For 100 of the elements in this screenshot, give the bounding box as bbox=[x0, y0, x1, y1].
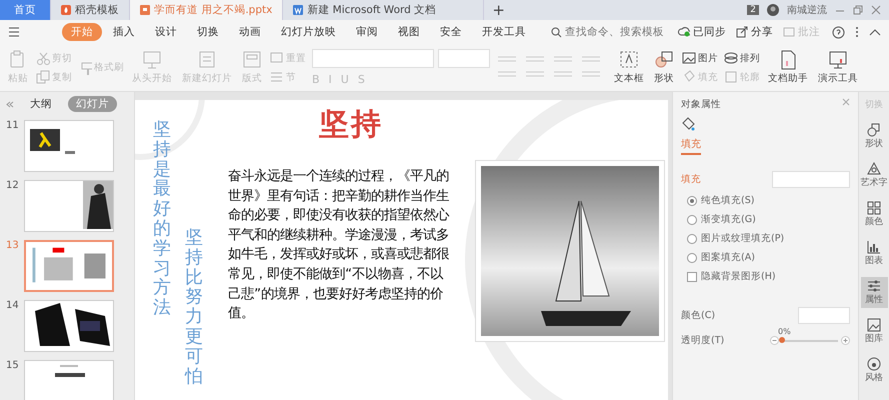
more-icon[interactable] bbox=[855, 26, 859, 38]
font-size-field[interactable] bbox=[438, 49, 490, 68]
vertical-heading: 坚持比努力更可怕 bbox=[185, 228, 203, 386]
option-label: 渐变填充(G) bbox=[701, 213, 756, 226]
monitor-icon bbox=[828, 50, 848, 70]
document-tab[interactable]: 首页 bbox=[0, 0, 51, 20]
minus-icon[interactable] bbox=[770, 336, 779, 345]
bucket-icon bbox=[682, 70, 696, 84]
picture-icon bbox=[682, 51, 696, 65]
ribbon-tab[interactable]: 设计 bbox=[146, 23, 186, 41]
ribbon-tab[interactable]: 幻灯片放映 bbox=[272, 23, 345, 41]
plus-icon[interactable] bbox=[841, 336, 850, 345]
toolbar-button[interactable]: 图片 bbox=[682, 51, 718, 65]
panel-title[interactable]: 对象属性 bbox=[681, 98, 721, 111]
word-icon bbox=[293, 5, 304, 15]
sidebar-button[interactable]: 艺术字 bbox=[860, 160, 888, 191]
slide-number: 13 bbox=[6, 240, 20, 251]
option-label: 图片或纹理填充(P) bbox=[701, 232, 784, 245]
cloud-icon bbox=[678, 26, 690, 38]
slide-thumbnail[interactable] bbox=[24, 180, 114, 232]
avatar-icon bbox=[767, 4, 779, 16]
palette-icon bbox=[867, 357, 881, 371]
toolbar-button[interactable]: 排列 bbox=[724, 51, 760, 65]
slide-paragraph: 奋斗永远是一个连续的过程，《平凡的世界》里有句话：把辛勤的耕作当作生命的必要，即使没有收获的指望依然心平气和的继续耕种。学途漫漫，考试多如牛毛，发挥或好或坏，或喜或悲都很常见，即使不能做到“不以物喜，不以己悲”的境界，也要好好考虑坚持的价值。 bbox=[228, 168, 450, 324]
sidebar-button[interactable]: 颜色 bbox=[860, 199, 888, 230]
slide-icon bbox=[197, 50, 217, 70]
slide-number: 12 bbox=[6, 180, 20, 191]
ribbon-tab[interactable]: 切换 bbox=[188, 23, 228, 41]
close-icon[interactable] bbox=[871, 5, 881, 15]
square-icon bbox=[724, 70, 738, 84]
search-icon bbox=[551, 26, 562, 38]
toolbar-button[interactable]: 形状 bbox=[652, 50, 676, 85]
new-tab-button[interactable]: + bbox=[484, 1, 513, 19]
toolbar-button[interactable]: 文档助手 bbox=[766, 50, 810, 85]
chart-icon bbox=[867, 240, 881, 254]
slide-thumbnail[interactable] bbox=[24, 240, 114, 292]
font-name-field[interactable] bbox=[312, 49, 434, 68]
layers-icon bbox=[724, 51, 738, 65]
checkbox[interactable] bbox=[687, 272, 697, 282]
radio-button[interactable] bbox=[687, 196, 697, 206]
share-button[interactable]: 分享 bbox=[736, 25, 773, 39]
section-heading[interactable]: 填充 bbox=[681, 173, 701, 186]
slider-thumb[interactable] bbox=[779, 336, 785, 342]
radio-button[interactable] bbox=[687, 252, 697, 262]
sidebar-button[interactable]: 属性 bbox=[860, 277, 888, 308]
field-label: 颜色(C) bbox=[681, 309, 716, 322]
radio-button[interactable] bbox=[687, 234, 697, 244]
color-dropdown[interactable] bbox=[798, 307, 850, 324]
slide-thumbnail[interactable] bbox=[24, 360, 114, 400]
fill-tab[interactable]: 填充 bbox=[681, 137, 701, 155]
radio-button[interactable] bbox=[687, 214, 697, 224]
sidebar-button[interactable]: 风格 bbox=[860, 355, 888, 386]
view-tab[interactable]: 幻灯片 bbox=[68, 96, 117, 112]
ribbon-tab[interactable]: 视图 bbox=[389, 23, 429, 41]
option-label: 纯色填充(S) bbox=[701, 194, 754, 207]
slide-number: 14 bbox=[6, 300, 20, 311]
restore-icon[interactable] bbox=[853, 5, 863, 15]
sliders-icon bbox=[867, 279, 881, 293]
sidebar-button[interactable]: 图表 bbox=[860, 238, 888, 269]
sidebar-button[interactable]: 图库 bbox=[860, 316, 888, 347]
copy-icon bbox=[36, 70, 50, 84]
shapes-icon bbox=[654, 50, 674, 70]
textbox-icon bbox=[619, 50, 639, 70]
art-text-icon bbox=[867, 162, 881, 176]
slide-number: 11 bbox=[6, 120, 20, 131]
slide-title: 坚持 bbox=[319, 106, 383, 144]
view-tab[interactable]: 大纲 bbox=[22, 96, 60, 112]
grid-icon bbox=[867, 201, 881, 215]
close-icon[interactable] bbox=[842, 98, 850, 106]
ribbon-tab[interactable]: 动画 bbox=[230, 23, 270, 41]
layout-icon bbox=[242, 50, 262, 70]
field-label: 透明度(T) bbox=[681, 334, 724, 347]
toolbar-button[interactable]: 演示工具 bbox=[816, 50, 860, 85]
scissors-icon bbox=[36, 51, 50, 65]
toolbar-button[interactable]: 文本框 bbox=[612, 50, 646, 85]
search-field[interactable]: 查找命令、搜索模板 bbox=[551, 26, 665, 38]
notification-badge[interactable]: 2 bbox=[747, 5, 759, 15]
slide-thumbnail[interactable] bbox=[24, 120, 114, 172]
slider-reading: 0% bbox=[778, 326, 791, 336]
slide-number: 15 bbox=[6, 360, 20, 371]
sidebar-button[interactable]: 形状 bbox=[860, 121, 888, 152]
image-icon bbox=[867, 318, 881, 332]
flame-icon bbox=[61, 5, 71, 15]
ribbon-tab[interactable]: 插入 bbox=[104, 23, 144, 41]
ribbon-tab[interactable]: 安全 bbox=[431, 23, 471, 41]
menu-icon[interactable] bbox=[8, 27, 20, 37]
ribbon-tab[interactable]: 审阅 bbox=[347, 23, 387, 41]
ribbon-tab[interactable]: 开发工具 bbox=[473, 23, 535, 41]
shapes-icon bbox=[867, 123, 881, 137]
projector-icon bbox=[142, 50, 162, 70]
user-name[interactable]: 南城逆流 bbox=[787, 3, 827, 17]
section-icon bbox=[270, 70, 284, 84]
sync-button[interactable]: 已同步 bbox=[678, 25, 726, 39]
collapse-panel-icon[interactable] bbox=[6, 100, 14, 108]
bucket-icon bbox=[681, 117, 695, 131]
document-tab[interactable]: 学而有道 用之不竭.pptx bbox=[130, 0, 284, 20]
slide-thumbnail[interactable] bbox=[24, 300, 114, 352]
collapse-icon[interactable] bbox=[869, 28, 881, 36]
help-icon[interactable] bbox=[832, 26, 845, 38]
option-label: 隐藏背景图形(H) bbox=[701, 270, 776, 283]
